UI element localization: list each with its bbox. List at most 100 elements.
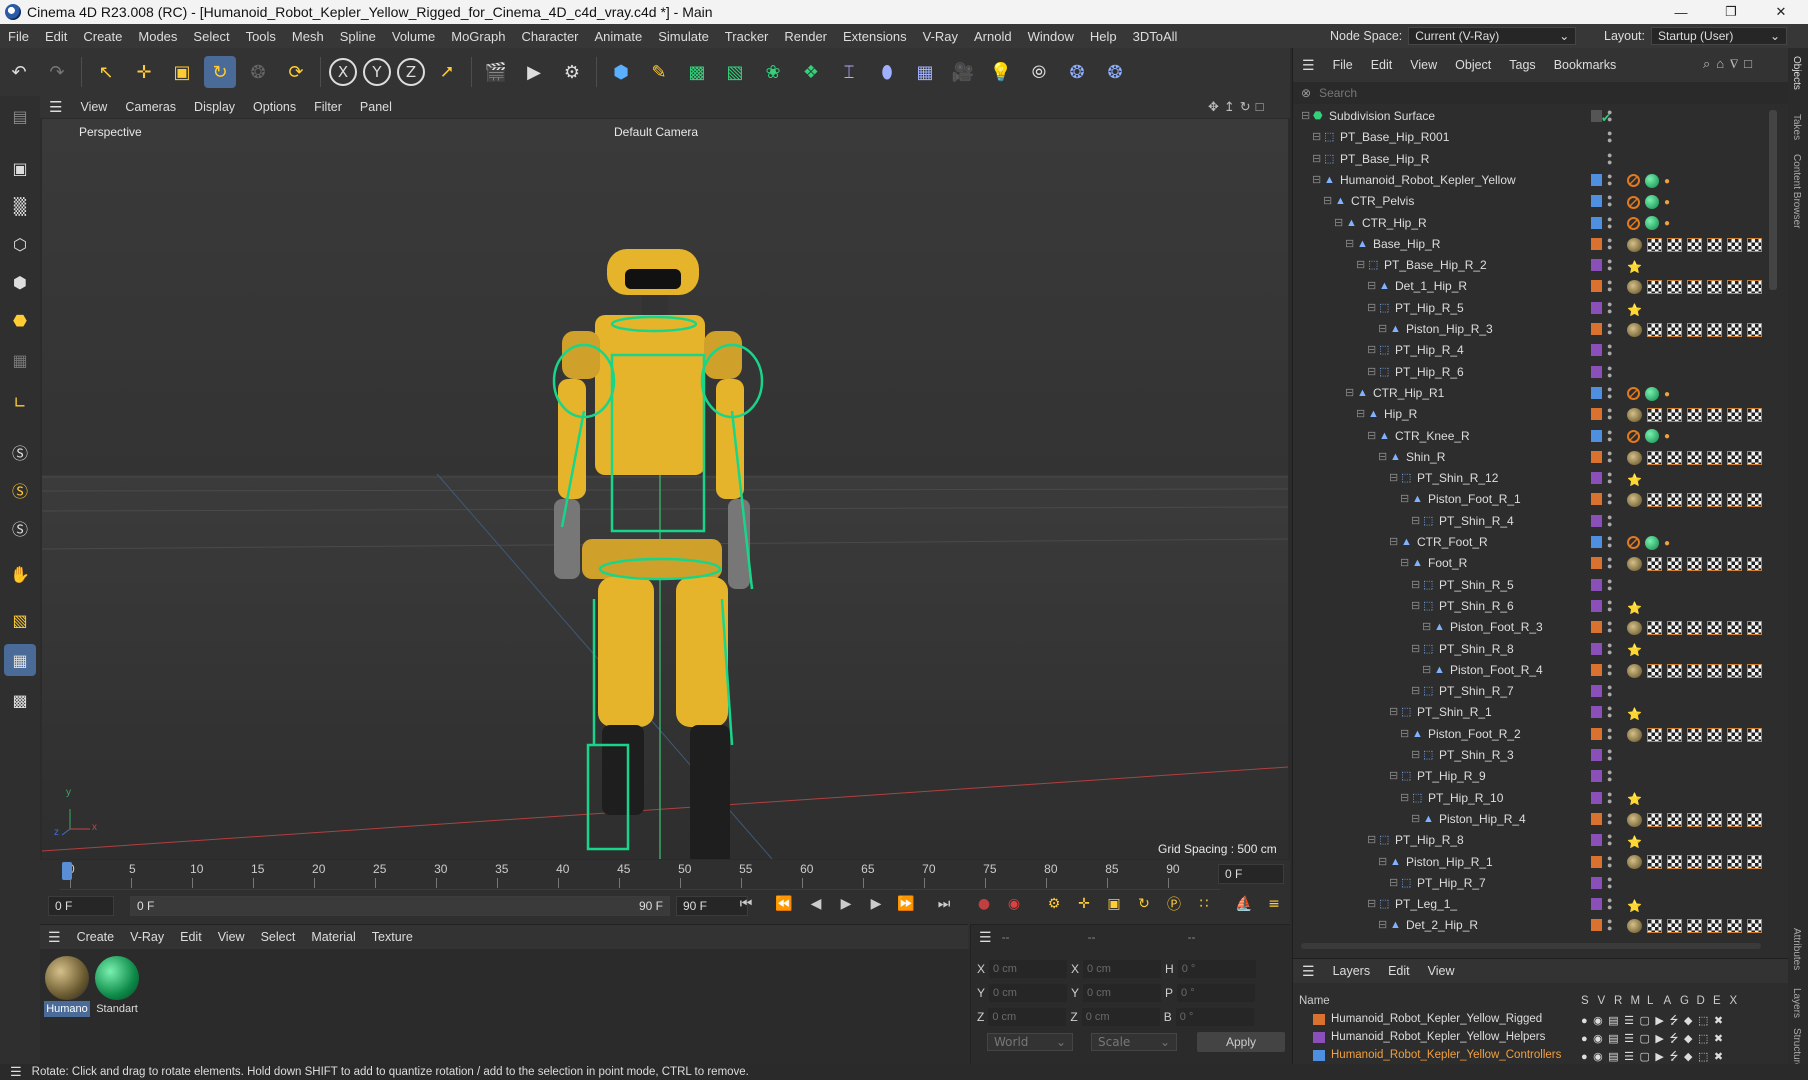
object-row[interactable]: ⊟ ⬚ PT_Shin_R_7 ● ● xyxy=(1293,681,1773,702)
preview-range-slider[interactable]: 0 F 90 F xyxy=(130,896,670,916)
model-mode-icon[interactable]: ▤ xyxy=(4,100,36,132)
object-tags[interactable] xyxy=(1627,321,1767,337)
expand-toggle-icon[interactable]: ⊟ xyxy=(1367,430,1379,442)
material-menu-create[interactable]: Create xyxy=(69,930,123,944)
render-view-icon[interactable]: 🎬 xyxy=(480,56,512,88)
object-row[interactable]: ⊟ ⬚ PT_Leg_1_ ● ● ⭐ xyxy=(1293,894,1773,915)
uv-mode-icon[interactable]: ▦ xyxy=(4,344,36,376)
layer-menu-view[interactable]: View xyxy=(1419,964,1464,978)
goto-end-icon[interactable]: ⏭ xyxy=(930,892,958,916)
object-tree-hscrollbar[interactable] xyxy=(1301,943,1761,949)
object-row[interactable]: ⊟ ⬚ PT_Hip_R_8 ● ● ⭐ xyxy=(1293,830,1773,851)
layer-color-swatch[interactable] xyxy=(1591,855,1602,868)
object-row[interactable]: ⊟ ⬚ PT_Shin_R_6 ● ● ⭐ xyxy=(1293,596,1773,617)
object-tags[interactable]: ● xyxy=(1627,193,1675,210)
size-y-field[interactable]: 0 cm xyxy=(1083,984,1162,1002)
snap-settings-icon[interactable]: Ⓢ xyxy=(4,474,36,506)
layer-color-swatch[interactable] xyxy=(1591,706,1602,719)
search-input[interactable]: Search xyxy=(1319,86,1357,100)
menu-simulate[interactable]: Simulate xyxy=(650,29,717,44)
layer-color-swatch[interactable] xyxy=(1591,876,1602,889)
layer-color-swatch[interactable] xyxy=(1591,386,1602,399)
om-toolbar-icons[interactable]: ⌕⌂∇□ xyxy=(1703,56,1758,72)
object-tags[interactable] xyxy=(1627,236,1767,252)
layer-color-swatch[interactable] xyxy=(1591,536,1602,548)
expand-toggle-icon[interactable]: ⊟ xyxy=(1400,493,1412,505)
expand-toggle-icon[interactable]: ⊟ xyxy=(1367,280,1379,292)
layer-color-swatch[interactable] xyxy=(1591,834,1602,847)
object-row[interactable]: ⊟ ▲ Shin_R ● ● xyxy=(1293,447,1773,468)
layer-menu-layers[interactable]: Layers xyxy=(1324,964,1380,978)
close-icon[interactable]: ✕ xyxy=(1758,0,1804,24)
object-tags[interactable] xyxy=(1627,662,1767,678)
menu-help[interactable]: Help xyxy=(1082,29,1125,44)
layer-color-swatch[interactable] xyxy=(1591,450,1602,463)
visibility-dots-icon[interactable]: ● ● xyxy=(1607,427,1612,443)
visibility-dots-icon[interactable]: ● ● xyxy=(1607,810,1612,826)
object-tags[interactable]: ⭐ xyxy=(1627,832,1647,849)
visibility-dots-icon[interactable]: ● ● xyxy=(1607,342,1612,358)
camera-icon[interactable]: 🎥 xyxy=(947,56,979,88)
visibility-dots-icon[interactable]: ● ● xyxy=(1607,448,1612,464)
layer-color-swatch[interactable] xyxy=(1313,1050,1325,1061)
menu-tracker[interactable]: Tracker xyxy=(717,29,777,44)
size-z-field[interactable]: 0 cm xyxy=(1081,1008,1160,1026)
expand-toggle-icon[interactable]: ⊟ xyxy=(1400,728,1412,740)
object-tags[interactable]: ⭐ xyxy=(1627,704,1647,721)
object-row[interactable]: ⊟ ⬚ PT_Hip_R_6 ● ● xyxy=(1293,362,1773,383)
layer-color-swatch[interactable] xyxy=(1591,153,1602,165)
layer-color-swatch[interactable] xyxy=(1591,365,1602,378)
visibility-dots-icon[interactable]: ● ● xyxy=(1607,747,1612,763)
visibility-dots-icon[interactable]: ● ● xyxy=(1607,768,1612,784)
move-icon[interactable]: ✛ xyxy=(128,56,160,88)
object-row[interactable]: ⊟ ▲ Piston_Foot_R_3 ● ● xyxy=(1293,617,1773,638)
layer-column-s[interactable]: S xyxy=(1581,995,1598,1007)
layer-column-r[interactable]: R xyxy=(1614,995,1631,1007)
layer-color-swatch[interactable] xyxy=(1591,131,1602,143)
snap-icon[interactable]: Ⓢ xyxy=(4,436,36,468)
tab-objects[interactable]: Objects xyxy=(1791,56,1802,90)
expand-toggle-icon[interactable]: ⊟ xyxy=(1301,110,1313,122)
menu-extensions[interactable]: Extensions xyxy=(835,29,915,44)
object-row[interactable]: ⊟ ⬚ PT_Base_Hip_R001 ● ● xyxy=(1293,127,1773,148)
om-menu-tags[interactable]: Tags xyxy=(1500,58,1544,72)
layer-color-swatch[interactable] xyxy=(1591,472,1602,485)
edge-mode-icon[interactable]: ⬢ xyxy=(4,266,36,298)
expand-toggle-icon[interactable]: ⊟ xyxy=(1356,408,1368,420)
object-row[interactable]: ⊟ ⬚ PT_Shin_R_12 ● ● ⭐ xyxy=(1293,468,1773,489)
layer-column-l[interactable]: L xyxy=(1647,995,1664,1007)
expand-toggle-icon[interactable]: ⊟ xyxy=(1367,898,1379,910)
position-y-field[interactable]: 0 cm xyxy=(989,984,1068,1002)
viewport-menu-filter[interactable]: Filter xyxy=(305,100,351,114)
layer-color-swatch[interactable] xyxy=(1591,216,1602,229)
expand-toggle-icon[interactable]: ⊟ xyxy=(1345,238,1357,250)
layer-color-swatch[interactable] xyxy=(1591,259,1602,272)
menu-window[interactable]: Window xyxy=(1020,29,1082,44)
snap-enable-icon[interactable]: Ⓢ xyxy=(4,512,36,544)
light-icon[interactable]: 💡 xyxy=(985,56,1017,88)
node-space-select[interactable]: Current (V-Ray) ⌄ xyxy=(1408,27,1577,45)
object-row[interactable]: ⊟ ▲ CTR_Knee_R ● ● ● xyxy=(1293,426,1773,447)
viewport-menu-options[interactable]: Options xyxy=(244,100,305,114)
object-tags[interactable]: ● xyxy=(1627,172,1675,188)
visibility-dots-icon[interactable]: ● ● xyxy=(1607,874,1612,890)
expand-toggle-icon[interactable]: ⊟ xyxy=(1411,643,1423,655)
visibility-dots-icon[interactable]: ● ● xyxy=(1607,619,1612,635)
layer-color-swatch[interactable] xyxy=(1591,323,1602,335)
expand-toggle-icon[interactable]: ⊟ xyxy=(1411,600,1423,612)
object-row[interactable]: ⊟ ⬚ PT_Shin_R_1 ● ● ⭐ xyxy=(1293,702,1773,723)
visibility-dots-icon[interactable]: ● ● xyxy=(1607,640,1612,656)
visibility-dots-icon[interactable]: ● ● xyxy=(1607,257,1612,273)
menu-file[interactable]: File xyxy=(0,29,37,44)
object-tags[interactable] xyxy=(1627,854,1767,870)
layer-color-swatch[interactable] xyxy=(1313,1014,1325,1025)
layer-color-swatch[interactable] xyxy=(1591,898,1602,911)
object-row[interactable]: ⊟ ⬚ PT_Hip_R_10 ● ● ⭐ xyxy=(1293,788,1773,809)
object-tags[interactable] xyxy=(1627,917,1767,934)
om-menu-file[interactable]: File xyxy=(1324,58,1362,72)
apply-button[interactable]: Apply xyxy=(1197,1032,1285,1052)
scale-icon[interactable]: ▣ xyxy=(166,56,198,88)
om-menu-edit[interactable]: Edit xyxy=(1362,58,1402,72)
object-tree-scrollbar[interactable] xyxy=(1769,110,1777,290)
cube-icon[interactable]: ⬢ xyxy=(605,56,637,88)
